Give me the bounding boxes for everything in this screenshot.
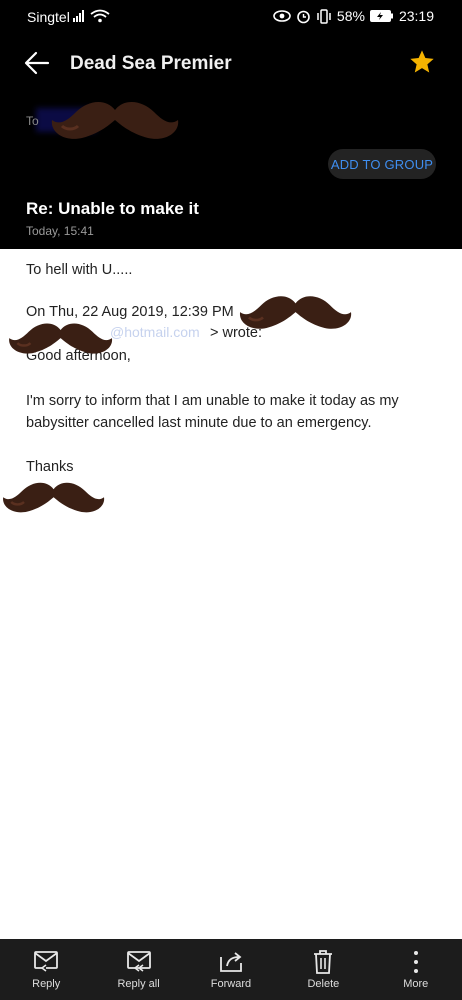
reply-button[interactable]: Reply [0,949,92,990]
trash-icon [314,950,333,974]
bottom-action-bar: Reply Reply all Forward Delete More [0,939,462,1000]
email-body: To hell with U..... On Thu, 22 Aug 2019,… [0,249,462,939]
reply-text: To hell with U..... [26,262,133,278]
quote-paragraph-line-2: babysitter cancelled last minute due to … [26,415,372,431]
mustache-redaction-icon [9,323,113,354]
delete-label: Delete [307,978,340,990]
eye-icon [273,10,291,22]
reply-icon [34,951,59,972]
signal-wifi-icons [73,9,113,26]
to-label: To [26,114,39,128]
vibrate-icon [317,8,331,24]
reply-label: Reply [32,978,61,990]
alarm-icon [297,10,310,23]
battery-percent: 58% [336,8,365,24]
quote-signoff: Thanks [26,459,74,475]
redacted-sender-email: @hotmail.com [110,324,200,340]
reply-all-label: Reply all [117,978,160,990]
carrier-name: Singtel [27,9,70,25]
status-bar: Singtel 58% 23:19 [0,0,462,34]
sender-name: Dead Sea Premier [70,53,232,74]
forward-icon [220,952,242,972]
reply-all-icon [126,951,151,972]
email-subject: Re: Unable to make it [26,199,199,218]
forward-label: Forward [210,978,252,990]
clock: 23:19 [398,8,434,24]
battery-charging-icon [369,10,393,22]
back-button[interactable] [22,48,58,78]
email-header: Dead Sea Premier To ADD TO GROUP Re: Una… [0,34,462,249]
reply-all-button[interactable]: Reply all [93,949,185,990]
more-label: More [403,978,429,990]
star-icon [410,50,434,73]
delete-button[interactable]: Delete [277,949,369,990]
mustache-redaction-icon [51,101,179,139]
more-button[interactable]: More [370,949,462,990]
status-right: 58% 23:19 [273,8,434,24]
quote-paragraph-line-1: I'm sorry to inform that I am unable to … [26,393,399,409]
arrow-left-icon [24,51,50,75]
forward-button[interactable]: Forward [185,949,277,990]
email-date: Today, 15:41 [26,224,94,238]
more-vertical-icon [413,951,418,973]
mustache-redaction-icon [239,296,352,329]
mustache-redaction-icon [3,482,105,513]
add-to-group-button[interactable]: ADD TO GROUP [328,149,436,179]
star-button[interactable] [408,48,438,78]
